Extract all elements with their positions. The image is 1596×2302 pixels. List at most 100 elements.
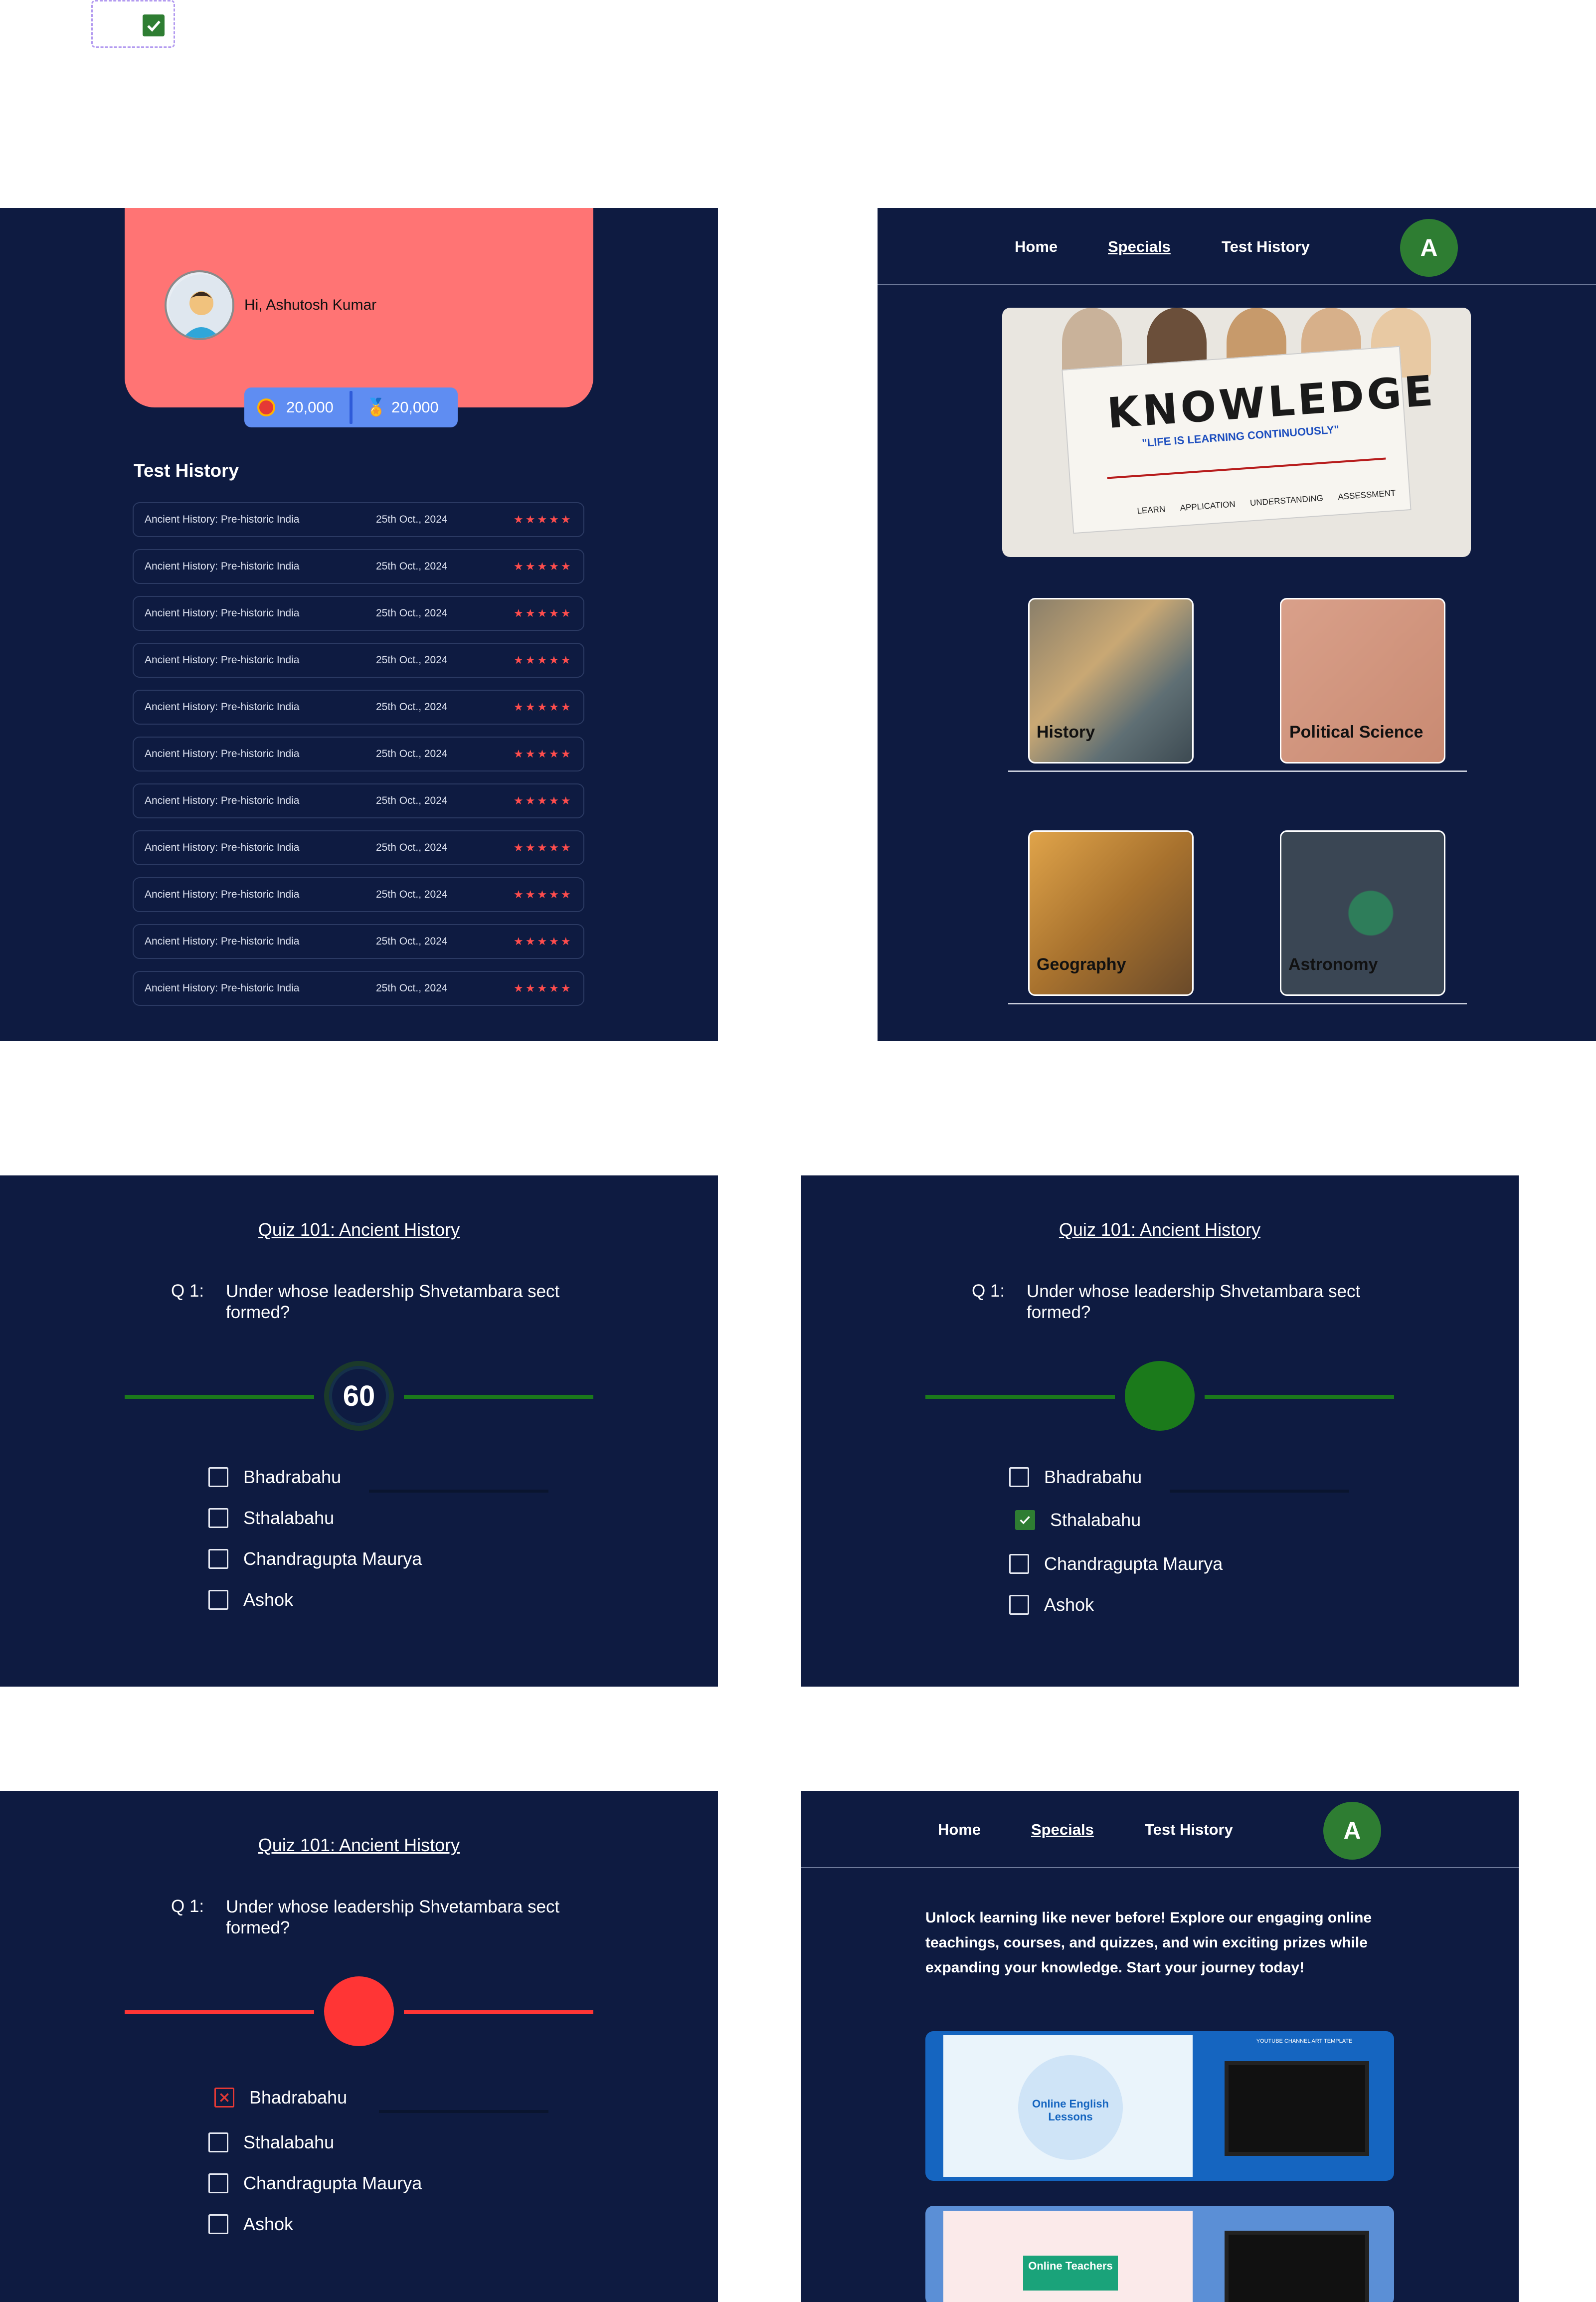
history-row[interactable]: Ancient History: Pre-historic India 25th … — [133, 596, 584, 631]
test-name: Ancient History: Pre-historic India — [145, 654, 300, 666]
option-sthalabahu[interactable]: Sthalabahu — [208, 2132, 334, 2153]
history-row[interactable]: Ancient History: Pre-historic India 25th … — [133, 971, 584, 1006]
nav-home[interactable]: Home — [938, 1821, 981, 1839]
option-ashok[interactable]: Ashok — [1009, 1594, 1094, 1615]
navbar: Home Specials Test History A — [801, 1791, 1519, 1868]
test-date: 25th Oct., 2024 — [376, 561, 448, 572]
test-name: Ancient History: Pre-historic India — [145, 982, 300, 994]
quiz-title[interactable]: Quiz 101: Ancient History — [0, 1219, 718, 1240]
nav-specials[interactable]: Specials — [1031, 1821, 1094, 1839]
option-label: Chandragupta Maurya — [243, 1548, 422, 1569]
medals-counter: 🏅 20,000 — [353, 398, 458, 416]
nav-specials[interactable]: Specials — [1108, 238, 1171, 256]
quiz-screen-wrong: Quiz 101: Ancient History Q 1: Under who… — [0, 1791, 718, 2302]
option-ashok[interactable]: Ashok — [208, 2214, 293, 2235]
quiz-title[interactable]: Quiz 101: Ancient History — [801, 1219, 1519, 1240]
history-row[interactable]: Ancient History: Pre-historic India 25th … — [133, 924, 584, 959]
history-row[interactable]: Ancient History: Pre-historic India 25th … — [133, 830, 584, 865]
nav-test-history[interactable]: Test History — [1222, 238, 1310, 256]
topic-political-science[interactable]: Political Science — [1280, 598, 1445, 764]
topic-history[interactable]: History — [1028, 598, 1194, 764]
history-row[interactable]: Ancient History: Pre-historic India 25th … — [133, 643, 584, 678]
option-label: Bhadrabahu — [1044, 1467, 1142, 1487]
history-row[interactable]: Ancient History: Pre-historic India 25th … — [133, 737, 584, 771]
history-row[interactable]: Ancient History: Pre-historic India 25th … — [133, 549, 584, 584]
option-chandragupta[interactable]: Chandragupta Maurya — [208, 2173, 422, 2194]
quiz-screen-correct: Quiz 101: Ancient History Q 1: Under who… — [801, 1175, 1519, 1687]
quiz-title[interactable]: Quiz 101: Ancient History — [0, 1835, 718, 1856]
row-separator — [1008, 1003, 1467, 1004]
checkbox-component — [91, 0, 175, 48]
test-date: 25th Oct., 2024 — [376, 936, 448, 947]
question-number: Q 1: — [171, 1281, 204, 1301]
history-row[interactable]: Ancient History: Pre-historic India 25th … — [133, 783, 584, 818]
intro-text: Unlock learning like never before! Explo… — [925, 1910, 1372, 1976]
test-name: Ancient History: Pre-historic India — [145, 936, 300, 947]
checkbox-checked[interactable] — [143, 14, 165, 36]
timer-bar-left — [925, 1395, 1115, 1399]
topic-label: Geography — [1037, 955, 1126, 974]
checkbox[interactable] — [208, 2173, 228, 2193]
specials-screen: Home Specials Test History A KNOWLEDGE "… — [878, 208, 1596, 1041]
rating-stars: ★★★★★ — [514, 841, 573, 854]
checkbox[interactable] — [208, 1467, 228, 1487]
checkbox[interactable] — [1009, 1467, 1029, 1487]
banner-online-teachers[interactable]: Online Teachers — [925, 2206, 1394, 2302]
greeting-text: Hi, Ashutosh Kumar — [244, 297, 377, 313]
monitor-icon — [1225, 2231, 1369, 2302]
nav-test-history[interactable]: Test History — [1145, 1821, 1233, 1839]
rating-stars: ★★★★★ — [514, 607, 573, 619]
checkbox[interactable] — [208, 1549, 228, 1569]
question-text: Under whose leadership Shvetambara sect … — [226, 1282, 560, 1322]
history-row[interactable]: Ancient History: Pre-historic India 25th … — [133, 877, 584, 912]
user-avatar-button[interactable]: A — [1400, 219, 1458, 277]
test-date: 25th Oct., 2024 — [376, 701, 448, 713]
option-chandragupta[interactable]: Chandragupta Maurya — [1009, 1553, 1223, 1574]
user-avatar-button[interactable]: A — [1323, 1802, 1381, 1860]
monitor-icon — [1225, 2061, 1369, 2156]
test-name: Ancient History: Pre-historic India — [145, 748, 300, 760]
checkbox[interactable] — [1009, 1595, 1029, 1615]
rating-stars: ★★★★★ — [514, 794, 573, 807]
option-chandragupta[interactable]: Chandragupta Maurya — [208, 1548, 422, 1569]
coins-counter: 20,000 — [244, 398, 350, 416]
checkbox[interactable] — [208, 2132, 228, 2152]
question-text: Under whose leadership Shvetambara sect … — [1027, 1282, 1361, 1322]
nav-home[interactable]: Home — [1015, 238, 1058, 256]
rating-stars: ★★★★★ — [514, 513, 573, 526]
test-date: 25th Oct., 2024 — [376, 654, 448, 666]
option-bhadrabahu[interactable]: Bhadrabahu — [208, 1467, 341, 1488]
option-underline — [369, 1490, 548, 1493]
medal-icon: 🏅 — [365, 398, 387, 417]
test-name: Ancient History: Pre-historic India — [145, 607, 300, 619]
timer-bar-left — [125, 2010, 314, 2014]
topic-geography[interactable]: Geography — [1028, 830, 1194, 996]
option-label: Sthalabahu — [243, 2132, 335, 2152]
checkbox[interactable] — [208, 1508, 228, 1528]
landing-screen: Home Specials Test History A Unlock lear… — [801, 1791, 1519, 2302]
history-row[interactable]: Ancient History: Pre-historic India 25th … — [133, 690, 584, 725]
option-sthalabahu[interactable]: Sthalabahu — [208, 1508, 334, 1529]
test-name: Ancient History: Pre-historic India — [145, 842, 300, 853]
option-bhadrabahu[interactable]: Bhadrabahu — [1009, 1467, 1142, 1488]
option-ashok[interactable]: Ashok — [208, 1589, 293, 1610]
checkbox[interactable] — [208, 2214, 228, 2234]
profile-screen: Hi, Ashutosh Kumar 20,000 🏅 20,000 Test … — [0, 208, 718, 1041]
topic-label: Political Science — [1289, 723, 1423, 742]
option-underline — [1170, 1490, 1349, 1493]
test-date: 25th Oct., 2024 — [376, 889, 448, 900]
history-row[interactable]: Ancient History: Pre-historic India 25th … — [133, 502, 584, 537]
banner-english-lessons[interactable]: Online English Lessons YOUTUBE CHANNEL A… — [925, 2031, 1394, 2181]
checkbox[interactable] — [1009, 1554, 1029, 1574]
option-bhadrabahu-wrong[interactable]: Bhadrabahu — [214, 2087, 347, 2108]
checkbox-wrong[interactable] — [214, 2088, 234, 2108]
avatar[interactable] — [165, 270, 234, 340]
test-date: 25th Oct., 2024 — [376, 748, 448, 760]
option-sthalabahu-selected[interactable]: Sthalabahu — [1015, 1510, 1141, 1531]
test-name: Ancient History: Pre-historic India — [145, 561, 300, 572]
checkbox[interactable] — [208, 1590, 228, 1610]
coins-value: 20,000 — [286, 398, 334, 416]
checkbox-checked[interactable] — [1015, 1510, 1035, 1530]
result-circle-correct — [1125, 1361, 1195, 1431]
topic-astronomy[interactable]: Astronomy — [1280, 830, 1445, 996]
